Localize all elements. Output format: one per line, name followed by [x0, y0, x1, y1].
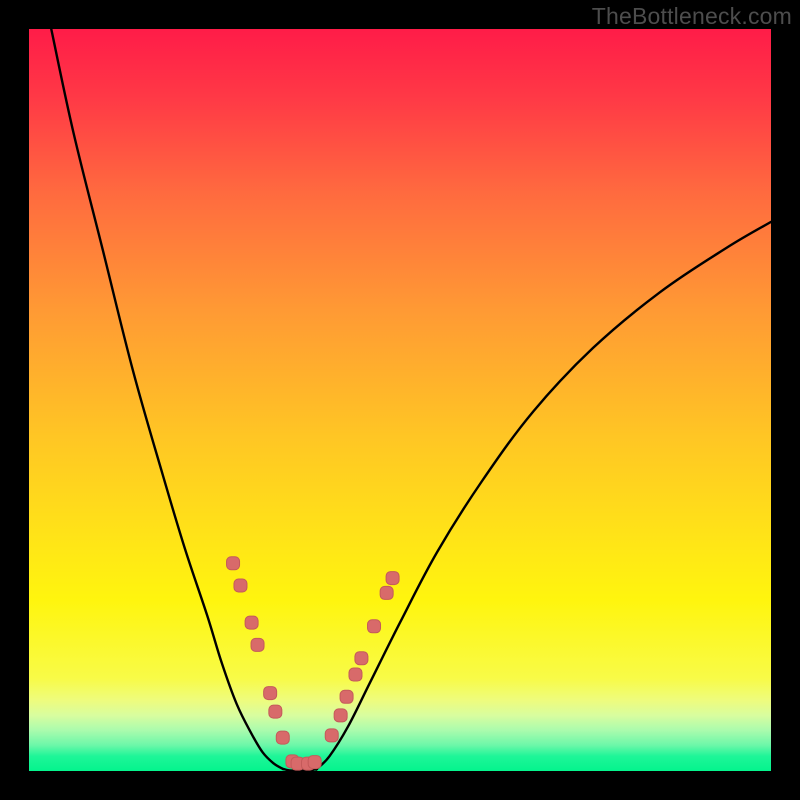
data-point-marker — [245, 616, 258, 629]
v-curve — [51, 29, 771, 771]
plot-area — [29, 29, 771, 771]
data-point-marker — [325, 729, 338, 742]
data-point-marker — [251, 638, 264, 651]
data-point-marker — [368, 620, 381, 633]
data-point-marker — [276, 731, 289, 744]
data-point-marker — [264, 687, 277, 700]
data-point-marker — [340, 690, 353, 703]
data-point-marker — [234, 579, 247, 592]
data-point-marker — [349, 668, 362, 681]
chart-frame: TheBottleneck.com — [0, 0, 800, 800]
data-point-marker — [227, 557, 240, 570]
curve-layer — [29, 29, 771, 771]
data-point-marker — [334, 709, 347, 722]
attribution-watermark: TheBottleneck.com — [592, 3, 792, 30]
data-point-marker — [355, 652, 368, 665]
data-point-markers — [227, 557, 400, 770]
data-point-marker — [308, 756, 321, 769]
data-point-marker — [386, 572, 399, 585]
data-point-marker — [380, 586, 393, 599]
data-point-marker — [269, 705, 282, 718]
